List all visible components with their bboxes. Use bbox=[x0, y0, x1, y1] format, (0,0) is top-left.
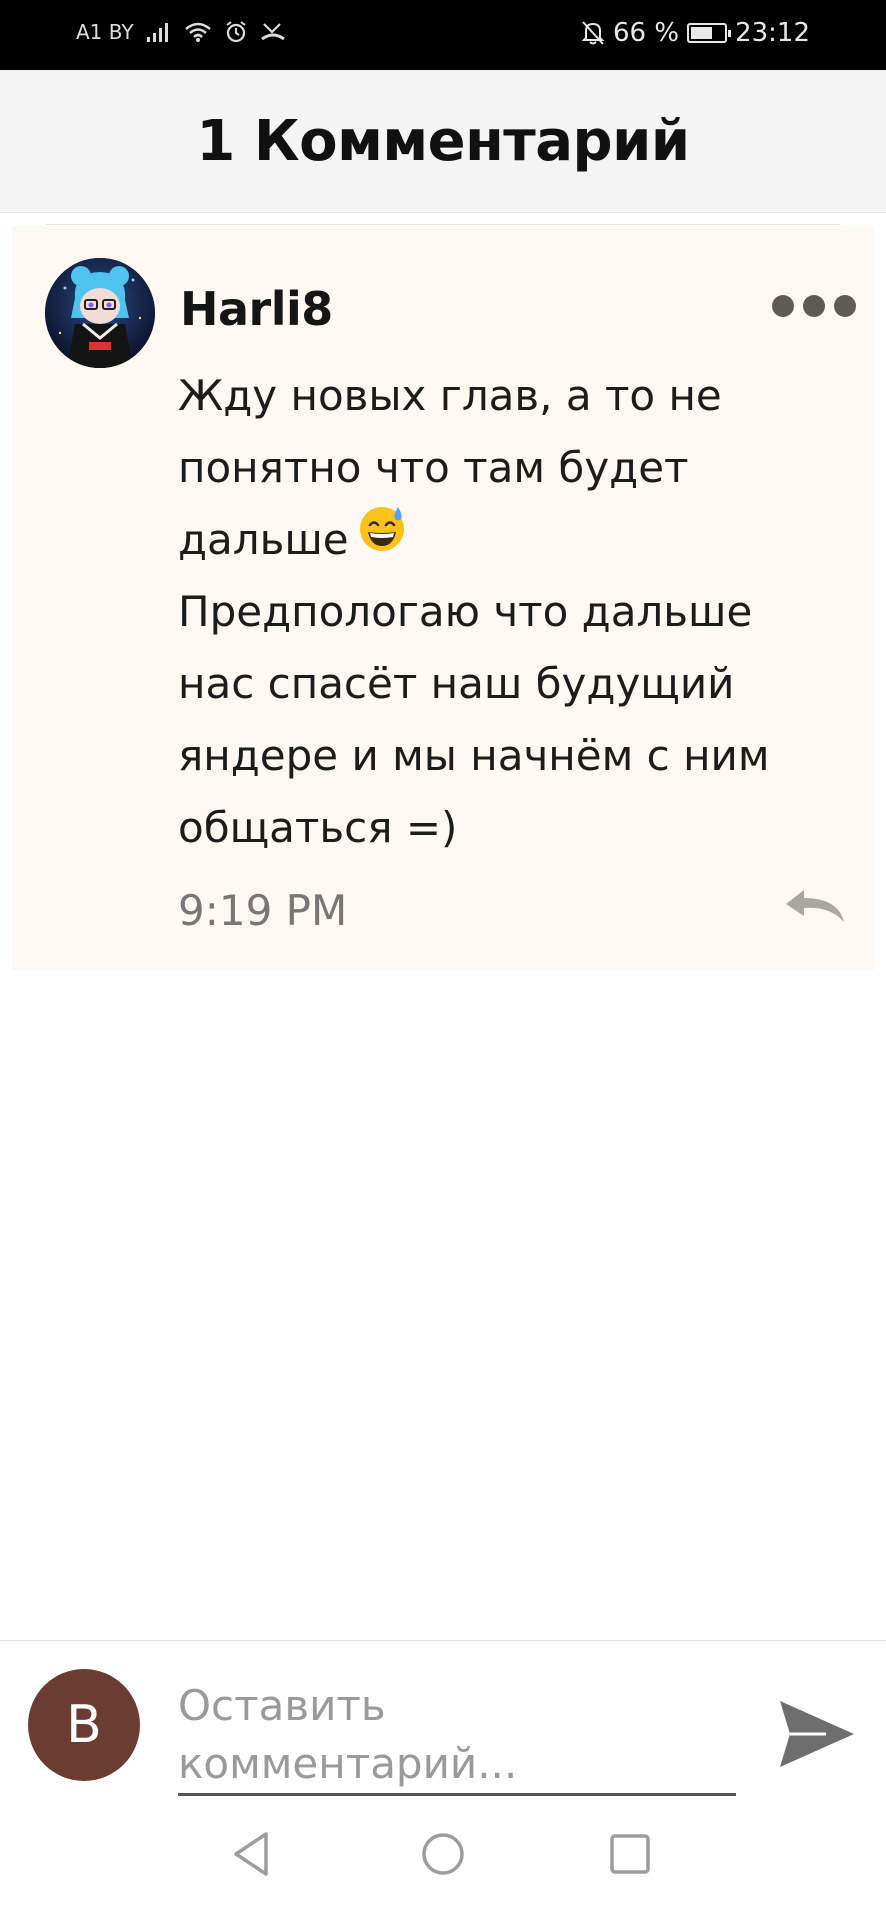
status-right: 66 % 23:12 bbox=[581, 18, 810, 48]
send-button[interactable] bbox=[776, 1693, 858, 1775]
current-user-avatar: B bbox=[28, 1669, 140, 1781]
system-nav-bar bbox=[0, 1800, 886, 1920]
battery-icon bbox=[687, 23, 732, 43]
comment-timestamp: 9:19 PM bbox=[178, 886, 348, 935]
home-button[interactable] bbox=[413, 1824, 473, 1884]
comment-line: Жду новых глав, а то не bbox=[178, 371, 722, 420]
comment-line: дальше bbox=[178, 504, 858, 576]
recents-square-icon bbox=[610, 1834, 650, 1874]
comment-line: общаться =) bbox=[178, 803, 458, 852]
dot-icon bbox=[772, 295, 794, 317]
reply-button[interactable] bbox=[782, 882, 852, 932]
bell-muted-icon bbox=[581, 20, 605, 46]
status-left: A1 BY bbox=[76, 20, 286, 44]
status-bar: A1 BY 66 % 23:12 bbox=[0, 0, 886, 70]
comment-author[interactable]: Harli8 bbox=[180, 282, 333, 336]
reply-icon bbox=[786, 890, 844, 922]
wifi-icon bbox=[184, 21, 212, 43]
send-icon bbox=[780, 1701, 854, 1767]
alarm-icon bbox=[224, 20, 248, 44]
comment-line: понятно что там будет bbox=[178, 443, 689, 492]
comment-line: яндере и мы начнём с ним bbox=[178, 731, 770, 780]
back-triangle-icon bbox=[234, 1832, 268, 1876]
comment-line: нас спасёт наш будущий bbox=[178, 659, 735, 708]
dot-icon bbox=[834, 295, 856, 317]
recents-button[interactable] bbox=[600, 1824, 660, 1884]
missed-call-icon bbox=[260, 21, 286, 43]
grinning-sweat-emoji-icon bbox=[357, 503, 407, 575]
home-circle-icon bbox=[422, 1833, 464, 1875]
back-button[interactable] bbox=[222, 1824, 282, 1884]
dot-icon bbox=[803, 295, 825, 317]
battery-level bbox=[691, 27, 713, 39]
comment-line: Предпологаю что дальше bbox=[178, 587, 753, 636]
page-title: 1 Комментарий bbox=[196, 108, 690, 174]
comment-text: Жду новых глав, а то не понятно что там … bbox=[178, 360, 858, 864]
clock: 23:12 bbox=[735, 18, 810, 48]
divider bbox=[46, 224, 840, 225]
carrier-label: A1 BY bbox=[76, 20, 134, 44]
comment-card: Harli8 Жду новых глав, а то не понятно ч… bbox=[12, 226, 874, 970]
more-options-button[interactable] bbox=[772, 288, 856, 324]
comment-input[interactable] bbox=[178, 1677, 736, 1796]
battery-percent: 66 % bbox=[613, 18, 680, 48]
signal-icon bbox=[146, 21, 172, 43]
comment-line-text: дальше bbox=[178, 515, 349, 564]
comments-header: 1 Комментарий bbox=[0, 70, 886, 213]
comment-composer: B bbox=[0, 1640, 886, 1796]
screen: A1 BY 66 % 23:12 1 Комментарий Harli8 Жд… bbox=[0, 0, 886, 1920]
avatar[interactable] bbox=[45, 258, 155, 368]
